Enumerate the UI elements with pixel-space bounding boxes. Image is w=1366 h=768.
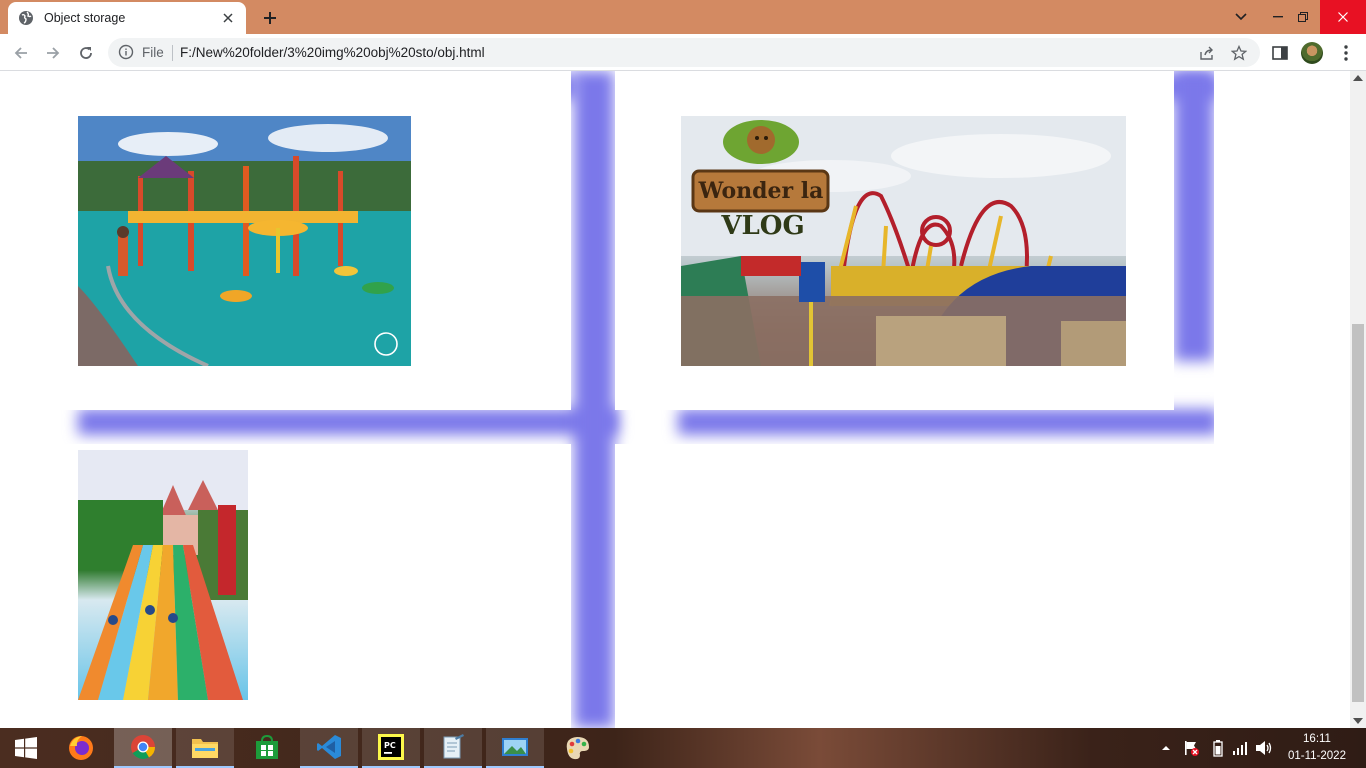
system-clock[interactable]: 16:11 01-11-2022 [1280, 731, 1354, 767]
vlog-logo-text: VLOG [720, 211, 804, 241]
pycharm-icon[interactable]: PC [362, 728, 420, 768]
share-icon[interactable] [1199, 45, 1215, 61]
browser-toolbar: File F:/New%20folder/3%20img%20obj%20sto… [0, 34, 1366, 71]
page-viewport: Wonder la VLOG [0, 71, 1350, 728]
svg-text:PC: PC [384, 741, 396, 750]
water-park-image [78, 116, 411, 366]
address-bar[interactable]: File F:/New%20folder/3%20img%20obj%20sto… [108, 38, 1260, 67]
water-slides-image [78, 450, 248, 700]
forward-button[interactable] [40, 40, 66, 66]
notepad-icon[interactable] [424, 728, 482, 768]
page-scrollbar[interactable] [1350, 71, 1366, 728]
new-tab-button[interactable] [258, 7, 282, 29]
shadow-band-vertical-right [1174, 71, 1214, 361]
profile-avatar[interactable] [1301, 42, 1323, 64]
globe-icon [18, 10, 34, 26]
reload-button[interactable] [73, 40, 99, 66]
tab-strip: Object storage [0, 0, 1366, 34]
url-scheme-label: File [142, 45, 164, 60]
active-tab[interactable]: Object storage [8, 2, 246, 34]
wonderla-vlog-image: Wonder la VLOG [681, 116, 1126, 366]
wonderla-logo-text: Wonder la [698, 178, 824, 204]
tab-title: Object storage [44, 11, 126, 25]
page-right-area [1214, 71, 1350, 444]
side-panel-icon[interactable] [1271, 44, 1289, 62]
file-explorer-icon[interactable] [176, 728, 234, 768]
shadow-band-mid-left [78, 409, 618, 435]
firefox-icon[interactable] [52, 728, 110, 768]
vscode-icon[interactable] [300, 728, 358, 768]
shadow-band-mid-right [678, 409, 1218, 435]
scroll-up-arrow-icon[interactable] [1353, 75, 1363, 81]
photos-icon[interactable] [486, 728, 544, 768]
network-icon[interactable] [1230, 728, 1250, 768]
scrollbar-thumb[interactable] [1352, 324, 1364, 702]
start-icon[interactable] [0, 728, 52, 768]
show-hidden-icons-chevron-icon[interactable] [1158, 728, 1174, 768]
back-button[interactable] [8, 40, 34, 66]
object-card-4 [615, 444, 1350, 728]
chrome-icon[interactable] [114, 728, 172, 768]
scroll-down-arrow-icon[interactable] [1353, 718, 1363, 724]
omnibox-divider [172, 45, 173, 61]
shadow-band-vertical-center [574, 71, 614, 728]
close-tab-icon[interactable] [220, 10, 236, 26]
volume-icon[interactable] [1254, 728, 1274, 768]
bookmark-star-icon[interactable] [1230, 44, 1248, 61]
paint-icon[interactable] [548, 728, 606, 768]
clock-date: 01-11-2022 [1288, 750, 1346, 762]
windows-taskbar: PC 16:11 01-11-2022 [0, 728, 1366, 768]
clock-time: 16:11 [1303, 733, 1331, 745]
close-window-button[interactable] [1320, 0, 1366, 34]
more-menu-icon[interactable] [1338, 44, 1354, 62]
url-text[interactable]: F:/New%20folder/3%20img%20obj%20sto/obj.… [180, 45, 485, 60]
battery-icon[interactable] [1208, 728, 1228, 768]
site-info-icon[interactable] [118, 44, 134, 60]
action-center-flag-icon[interactable] [1180, 728, 1202, 768]
store-icon[interactable] [238, 728, 296, 768]
